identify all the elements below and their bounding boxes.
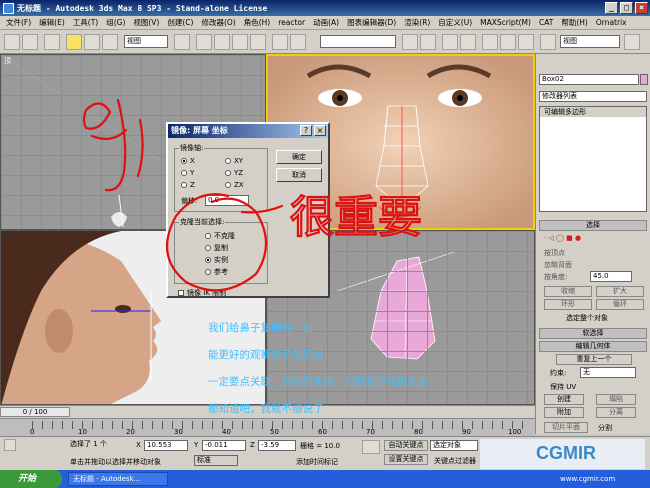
annotation-stroke: [240, 204, 284, 214]
caption-line-4: 都知道吧，我就不细说了: [208, 403, 324, 415]
annotation-handwritten-text: 很重要: [290, 192, 422, 243]
caption-line-1: 我们给鼻子复制另一面: [208, 322, 313, 334]
handwritten-annotations: 很重要: [82, 98, 423, 292]
caption-line-2: 能更好的观察鼻子的形状: [208, 349, 324, 361]
caption-line-3: 一定要点关联，也就是实例，它的意思我想大家: [208, 376, 429, 388]
annotation-circle: [166, 193, 267, 292]
annotation-stroke: [82, 102, 112, 130]
annotation-stroke: [136, 118, 144, 178]
annotation-stroke: [90, 128, 128, 141]
